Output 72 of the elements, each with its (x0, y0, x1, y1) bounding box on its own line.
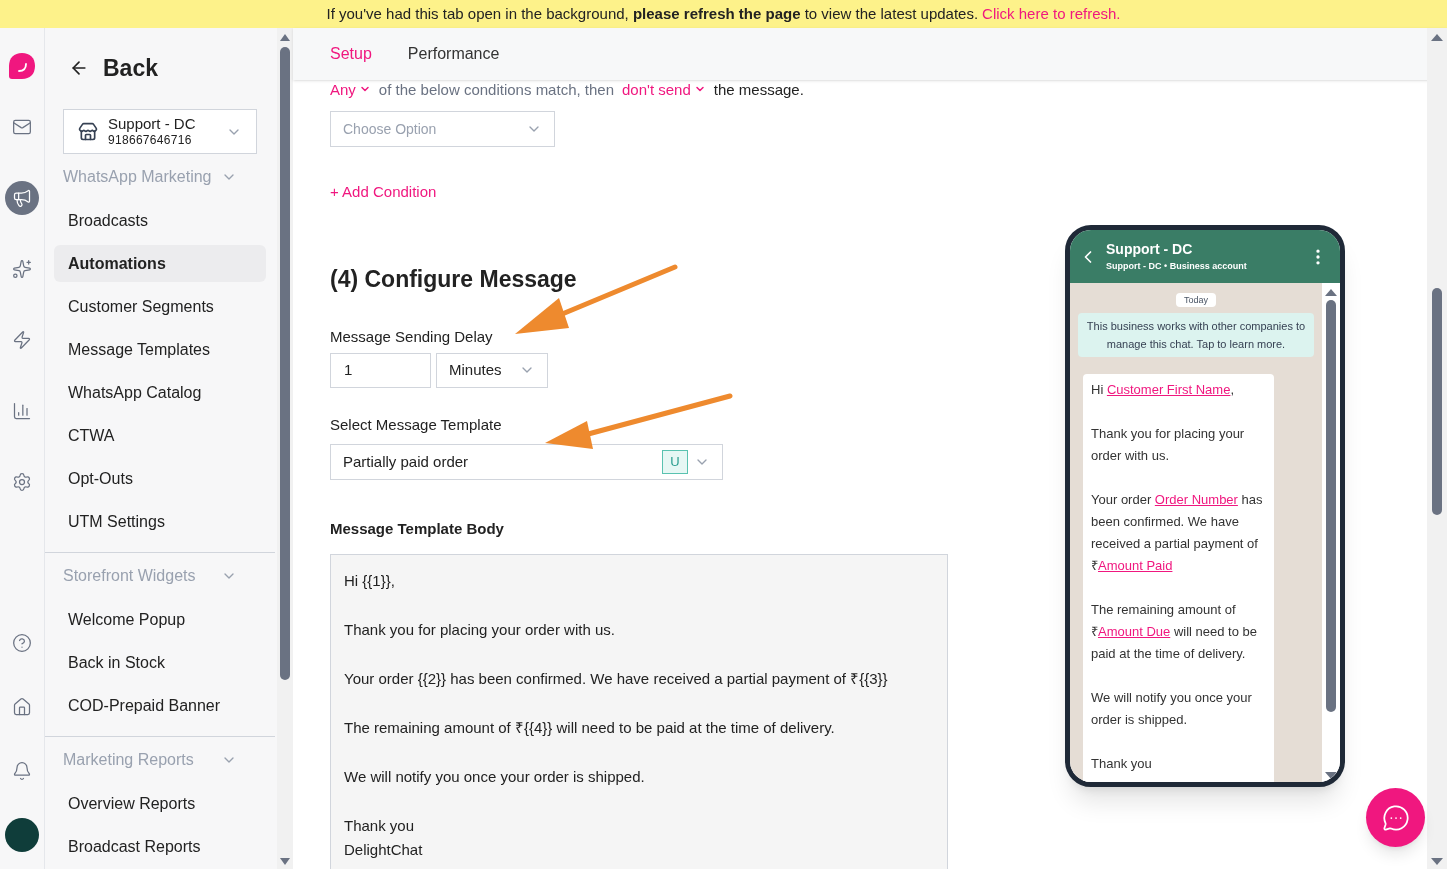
body-paragraph: Thank you DelightChat (344, 815, 424, 860)
sidebar-item[interactable]: Back in Stock (54, 644, 266, 681)
sidebar-scrollbar[interactable] (277, 28, 293, 869)
message-paragraph: Thank you for placing your order with us. (1091, 425, 1246, 465)
sidebar-item[interactable]: WhatsApp Catalog (54, 374, 266, 411)
sidebar-item[interactable]: Broadcasts (54, 202, 266, 239)
section-title: WhatsApp Marketing (63, 167, 212, 187)
chat-button[interactable] (1366, 788, 1425, 847)
variable-link[interactable]: Amount Paid (1098, 558, 1173, 573)
megaphone-icon[interactable] (12, 187, 32, 208)
bar-chart-icon[interactable] (12, 400, 32, 421)
match-dropdown[interactable]: Any (330, 81, 371, 97)
store-icon (78, 121, 98, 142)
account-phone: 918667646716 (108, 133, 193, 149)
message-paragraph: Hi Customer First Name, (1091, 381, 1236, 399)
sidebar-item[interactable]: UTM Settings (54, 503, 266, 540)
delay-input[interactable]: 1 (330, 352, 431, 388)
bell-icon[interactable] (12, 761, 32, 781)
template-select[interactable]: Partially paid order U (330, 444, 723, 480)
body-paragraph: Your order {{2}} has been confirmed. We have received a partial payment of ₹{{3}} (344, 668, 889, 689)
page-scrollbar[interactable] (1427, 28, 1447, 869)
section-title: Storefront Widgets (63, 566, 196, 586)
body-paragraph: Hi {{1}}, (344, 570, 396, 591)
sidebar-item[interactable]: CTWA (54, 417, 266, 454)
field-label: Message Template Body (330, 519, 505, 539)
variable-link[interactable]: Order Number (1154, 492, 1238, 507)
tab[interactable]: Performance (407, 42, 500, 66)
message-paragraph: The remaining amount of ₹Amount Due will need to be paid at the time of delivery. (1091, 601, 1258, 663)
avatar-icon[interactable] (5, 818, 39, 852)
date-chip: Today (1176, 293, 1216, 307)
sidebar-item[interactable]: Welcome Popup (54, 601, 266, 638)
section-heading: (4) Configure Message (330, 264, 578, 294)
field-label: Select Message Template (330, 414, 503, 435)
notice-bubble: This business works with other companies to manage this chat. Tap to learn more. (1078, 313, 1314, 357)
back-link[interactable]: Back (103, 50, 158, 86)
refresh-link[interactable]: Click here to refresh. (982, 2, 1121, 26)
sparkles-icon[interactable] (12, 258, 32, 279)
add-condition-link[interactable]: + Add Condition (330, 181, 437, 204)
body-paragraph: Thank you for placing your order with us. (344, 619, 616, 640)
field-label: Message Sending Delay (330, 327, 494, 347)
banner-text: If you've had this tab open in the background, please refresh the page to view the latest updates. (326, 3, 979, 24)
body-paragraph: The remaining amount of ₹{{4}} will need to be paid at the time of delivery. (344, 717, 836, 738)
unit-select[interactable]: Minutes (436, 352, 548, 388)
message-paragraph: Thank you (1091, 755, 1153, 773)
sidebar-item[interactable]: Customer Segments (54, 288, 266, 325)
chat-title: Support - DC (1106, 240, 1194, 259)
lightning-icon[interactable] (12, 329, 32, 350)
chat-subtitle: Support - DC • Business account (1106, 261, 1247, 273)
sidebar-item[interactable]: Automations (54, 245, 266, 282)
rail-item[interactable] (5, 180, 39, 215)
condition-text: of the below conditions match, then (378, 81, 614, 97)
section-title: Marketing Reports (63, 750, 194, 770)
settings-icon[interactable] (12, 471, 32, 492)
sidebar-item[interactable]: Broadcast Reports (54, 828, 266, 865)
help-icon[interactable] (12, 633, 32, 653)
account-name: Support - DC (108, 114, 196, 134)
sidebar-item[interactable]: Overview Reports (54, 785, 266, 822)
home-icon[interactable] (12, 697, 32, 717)
body-paragraph: We will notify you once your order is shipped. (344, 766, 646, 787)
template-badge: U (662, 450, 688, 474)
variable-link[interactable]: Amount Due (1098, 624, 1171, 639)
sidebar-item[interactable]: Message Templates (54, 331, 266, 368)
sidebar-item[interactable]: COD-Prepaid Banner (54, 687, 266, 724)
account-selector[interactable]: Support - DC 918667646716 (63, 109, 257, 154)
condition-text: the message. (713, 81, 804, 97)
message-paragraph: We will notify you once your order is shipped. (1091, 689, 1253, 729)
chat-scrollbar[interactable] (1322, 283, 1340, 782)
tab[interactable]: Setup (330, 42, 372, 66)
chat-bubble-icon (1381, 803, 1410, 832)
action-dropdown[interactable]: don't send (622, 81, 706, 97)
message-paragraph: Your order Order Number has been confirmed. We have received a partial payment of ₹Amount Paid (1091, 491, 1264, 575)
sidebar-item[interactable]: Opt-Outs (54, 460, 266, 497)
